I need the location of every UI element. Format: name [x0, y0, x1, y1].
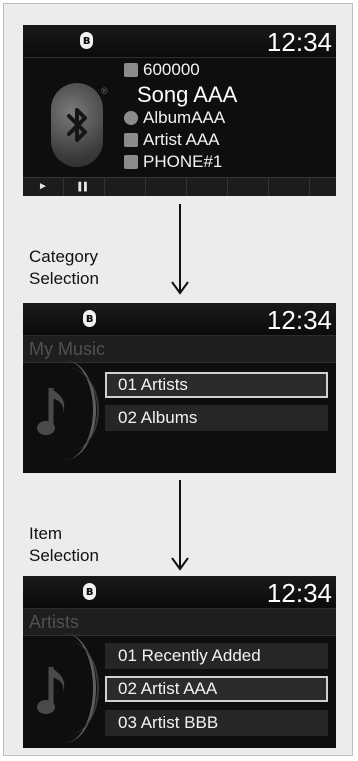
down-arrow-icon — [171, 480, 189, 571]
album-name: AlbumAAA — [143, 108, 226, 127]
list-item-artists[interactable]: 01 Artists — [105, 372, 328, 398]
caption-item-line1: Item — [29, 524, 63, 543]
list-header-title: My Music — [29, 339, 105, 359]
pause-button[interactable]: ▌▌ — [64, 178, 105, 196]
transport-slot-7[interactable] — [269, 178, 310, 196]
transport-slot-3[interactable] — [105, 178, 146, 196]
caption-category-line2: Selection — [29, 269, 99, 288]
music-area: 01 Recently Added 02 Artist AAA 03 Artis… — [23, 633, 336, 746]
registered-mark: ® — [101, 86, 108, 96]
list-item-recently-added[interactable]: 01 Recently Added — [105, 643, 328, 669]
list-item-artist-aaa[interactable]: 02 Artist AAA — [105, 676, 328, 702]
item-selection-screen: ʙ 12:34 Artists 01 Recently Added 02 Art… — [23, 576, 336, 748]
list-item-albums[interactable]: 02 Albums — [105, 405, 328, 431]
album-row: AlbumAAA — [124, 107, 225, 129]
status-bar: ʙ 12:34 — [23, 25, 336, 58]
clock: 12:34 — [266, 27, 332, 57]
list-header-title: Artists — [29, 612, 80, 632]
device-row: PHONE#1 — [124, 151, 222, 173]
now-playing-screen: ʙ 12:34 ® 600000 Song AAA AlbumAAA Artis… — [23, 25, 336, 196]
track-number-row: 600000 — [124, 59, 200, 81]
down-arrow-icon — [171, 204, 189, 295]
music-area: 01 Artists 02 Albums — [23, 360, 336, 473]
status-bar: ʙ 12:34 — [23, 576, 336, 609]
play-button[interactable]: ► — [23, 178, 64, 196]
bluetooth-logo-icon — [51, 83, 103, 167]
transport-slot-4[interactable] — [146, 178, 187, 196]
artist-row: Artist AAA — [124, 129, 220, 151]
clock: 12:34 — [266, 305, 332, 335]
caption-category-line1: Category — [29, 247, 98, 266]
list-header: Artists — [23, 609, 336, 636]
bluetooth-icon: ʙ — [80, 32, 93, 49]
category-selection-screen: ʙ 12:34 My Music 01 Artists 02 Albums — [23, 303, 336, 473]
device-name: PHONE#1 — [143, 152, 223, 171]
list-header: My Music — [23, 336, 336, 363]
transport-slot-6[interactable] — [228, 178, 269, 196]
arc-decoration-inner — [37, 368, 99, 452]
music-note-icon — [124, 63, 138, 77]
list-item-artist-bbb[interactable]: 03 Artist BBB — [105, 710, 328, 736]
bluetooth-icon: ʙ — [83, 310, 96, 327]
artist-name: Artist AAA — [143, 130, 220, 149]
transport-bar: ► ▌▌ — [23, 177, 336, 196]
album-icon — [124, 111, 138, 125]
status-bar: ʙ 12:34 — [23, 303, 336, 336]
phone-icon — [124, 155, 138, 169]
arc-decoration-inner — [37, 641, 99, 735]
bluetooth-icon: ʙ — [83, 583, 96, 600]
artist-icon — [124, 133, 138, 147]
caption-item-line2: Selection — [29, 546, 99, 565]
track-number: 600000 — [143, 60, 200, 79]
song-title: Song AAA — [137, 82, 238, 107]
clock: 12:34 — [266, 578, 332, 608]
transport-slot-5[interactable] — [187, 178, 228, 196]
